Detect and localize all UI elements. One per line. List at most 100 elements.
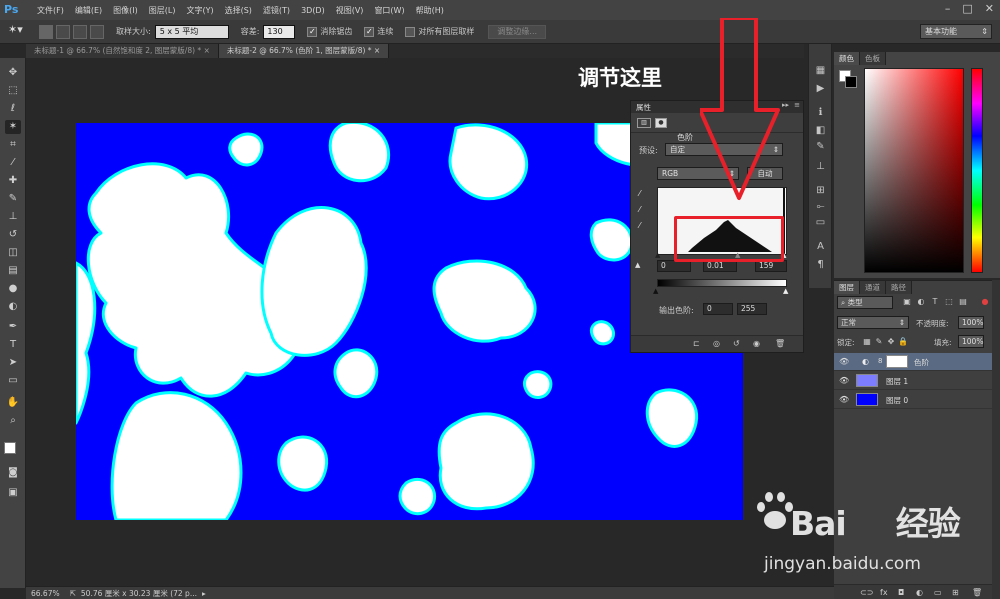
refine-edge-button[interactable]: 调整边缘...: [488, 24, 547, 39]
menu-layer[interactable]: 图层(L): [149, 5, 176, 16]
tab-paths[interactable]: 路径: [886, 281, 912, 294]
info-panel-icon[interactable]: ℹ: [813, 106, 828, 120]
hand-tool-icon[interactable]: ✋: [5, 396, 21, 410]
gradient-tool-icon[interactable]: ▤: [5, 264, 21, 278]
add-mask-icon[interactable]: ◘: [898, 588, 904, 597]
black-eyedropper-icon[interactable]: ⁄: [639, 189, 640, 198]
crop-tool-icon[interactable]: ⌗: [5, 138, 21, 152]
output-black-field[interactable]: 0: [703, 303, 733, 315]
foreground-color-swatch[interactable]: [4, 442, 16, 454]
menu-type[interactable]: 文字(Y): [186, 5, 213, 16]
type-tool-icon[interactable]: T: [5, 338, 21, 352]
tool-presets-icon[interactable]: ⟜: [813, 200, 828, 214]
layer-row-0[interactable]: 👁 图层 0: [834, 391, 992, 409]
tab-color[interactable]: 颜色: [834, 52, 860, 65]
visibility-icon[interactable]: ◉: [753, 339, 760, 348]
layer-filter-select[interactable]: ⌕ 类型: [837, 296, 893, 309]
doc-tab-1[interactable]: 未标题-1 @ 66.7% (自然饱和度 2, 图层蒙版/8) * ×: [26, 44, 219, 58]
antialias-checkbox[interactable]: ✓: [307, 26, 318, 37]
lock-position-icon[interactable]: ✥: [886, 337, 896, 347]
screen-mode-icon[interactable]: ▣: [5, 486, 21, 500]
chain-link-icon[interactable]: 8: [878, 357, 882, 365]
clip-to-layer-icon[interactable]: ⊏: [693, 339, 700, 348]
new-adjustment-icon[interactable]: ◐: [916, 588, 923, 597]
blend-mode-select[interactable]: 正常 ⇕: [837, 316, 909, 329]
lock-transparent-icon[interactable]: ▦: [862, 337, 872, 347]
eye-icon[interactable]: 👁: [839, 376, 849, 386]
lock-pixels-icon[interactable]: ✎: [874, 337, 884, 347]
close-icon[interactable]: ×: [374, 46, 380, 55]
eyedropper-tool-icon[interactable]: ⁄: [5, 156, 21, 170]
brush-tool-icon[interactable]: ✎: [5, 192, 21, 206]
output-black-slider-icon[interactable]: ▲: [653, 287, 658, 295]
smart-object-filter-icon[interactable]: ▤: [958, 297, 968, 307]
fill-field[interactable]: 100%: [958, 335, 984, 348]
subtract-selection-icon[interactable]: [73, 24, 87, 39]
filter-toggle-icon[interactable]: ●: [980, 297, 990, 307]
menu-window[interactable]: 窗口(W): [374, 5, 404, 16]
workspace-select[interactable]: 基本功能 ⇕: [920, 24, 992, 39]
zoom-level[interactable]: 66.67%: [31, 589, 60, 598]
lasso-tool-icon[interactable]: ℓ: [5, 102, 21, 116]
type-filter-icon[interactable]: T: [930, 297, 940, 307]
new-group-icon[interactable]: ▭: [934, 588, 942, 597]
white-eyedropper-icon[interactable]: ⁄: [639, 221, 640, 230]
shape-filter-icon[interactable]: ⬚: [944, 297, 954, 307]
sample-size-select[interactable]: 5 x 5 平均: [154, 24, 229, 39]
background-swatch[interactable]: [845, 76, 857, 88]
new-selection-icon[interactable]: [39, 24, 53, 39]
sample-all-layers-checkbox[interactable]: [405, 26, 416, 37]
input-black-slider-icon[interactable]: ▲: [655, 251, 660, 259]
menu-3d[interactable]: 3D(D): [301, 6, 325, 15]
blur-tool-icon[interactable]: ●: [5, 282, 21, 296]
share-icon[interactable]: ⇱: [70, 589, 76, 598]
healing-brush-tool-icon[interactable]: ✚: [5, 174, 21, 188]
output-white-field[interactable]: 255: [737, 303, 767, 315]
intersect-selection-icon[interactable]: [90, 24, 104, 39]
tab-swatches[interactable]: 色板: [860, 52, 886, 65]
lock-all-icon[interactable]: 🔒: [898, 337, 908, 347]
clipping-warning-icon[interactable]: ▲: [635, 261, 640, 269]
close-icon[interactable]: ✕: [985, 2, 994, 15]
hue-slider[interactable]: [971, 68, 983, 273]
swatch-panel-icon[interactable]: ▭: [813, 216, 828, 230]
maximize-icon[interactable]: □: [962, 2, 972, 15]
layer-mask-thumbnail[interactable]: [886, 355, 908, 368]
quick-mask-icon[interactable]: ◙: [5, 466, 21, 480]
clone-source-icon[interactable]: ⊥: [813, 160, 828, 174]
contiguous-checkbox[interactable]: ✓: [364, 26, 375, 37]
menu-image[interactable]: 图像(I): [113, 5, 138, 16]
tab-layers[interactable]: 图层: [834, 281, 860, 294]
tab-channels[interactable]: 通道: [860, 281, 886, 294]
dodge-tool-icon[interactable]: ◐: [5, 300, 21, 314]
history-panel-icon[interactable]: ▦: [813, 64, 828, 78]
move-tool-icon[interactable]: ✥: [5, 66, 21, 80]
tolerance-input[interactable]: 130: [263, 24, 296, 39]
clone-stamp-tool-icon[interactable]: ⊥: [5, 210, 21, 224]
layer-row-1[interactable]: 👁 图层 1: [834, 372, 992, 390]
magic-wand-tool-icon[interactable]: ✶: [5, 120, 21, 134]
magic-wand-icon[interactable]: ✶▾: [8, 23, 36, 41]
doc-tab-2[interactable]: 未标题-2 @ 66.7% (色阶 1, 图层蒙版/8) * ×: [218, 44, 390, 58]
paragraph-panel-icon[interactable]: ⊞: [813, 184, 828, 198]
play-action-icon[interactable]: ▶: [813, 82, 828, 96]
menu-help[interactable]: 帮助(H): [416, 5, 444, 16]
path-selection-tool-icon[interactable]: ➤: [5, 356, 21, 370]
levels-adjustment-icon[interactable]: ▥: [637, 118, 651, 128]
opacity-field[interactable]: 100%: [958, 316, 984, 329]
layer-row-levels[interactable]: 👁 ◐ 8 色阶: [834, 353, 992, 371]
chevron-right-icon[interactable]: ▸: [202, 589, 206, 598]
menu-file[interactable]: 文件(F): [37, 5, 64, 16]
shape-tool-icon[interactable]: ▭: [5, 374, 21, 388]
link-layers-icon[interactable]: ⊂⊃: [860, 588, 873, 597]
adjustments-panel-icon[interactable]: ◧: [813, 124, 828, 138]
history-brush-tool-icon[interactable]: ↺: [5, 228, 21, 242]
marquee-tool-icon[interactable]: ⬚: [5, 84, 21, 98]
minimize-icon[interactable]: –: [945, 2, 951, 15]
view-previous-icon[interactable]: ◎: [713, 339, 720, 348]
zoom-tool-icon[interactable]: ⌕: [5, 414, 21, 428]
right-edge-scrollbar[interactable]: [992, 280, 1000, 599]
character-panel-icon[interactable]: A: [813, 240, 828, 254]
adjustment-filter-icon[interactable]: ◐: [916, 297, 926, 307]
close-icon[interactable]: ×: [204, 46, 210, 55]
